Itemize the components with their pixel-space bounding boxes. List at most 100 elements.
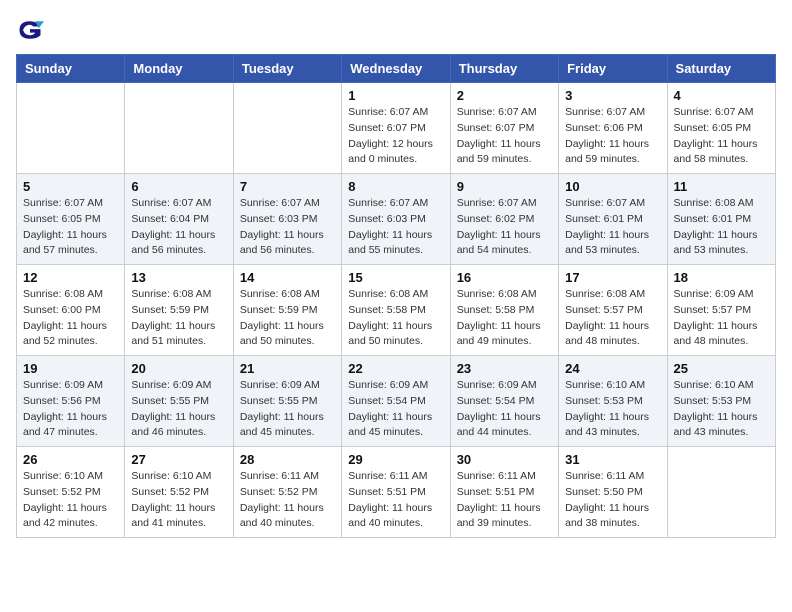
day-cell: 3 Sunrise: 6:07 AM Sunset: 6:06 PM Daylig… [559, 83, 667, 174]
day-info: Sunrise: 6:08 AM Sunset: 5:58 PM Dayligh… [348, 287, 443, 350]
day-number: 19 [23, 361, 118, 376]
calendar: SundayMondayTuesdayWednesdayThursdayFrid… [16, 54, 776, 538]
day-header-saturday: Saturday [667, 55, 775, 83]
day-cell: 6Sunrise: 6:07 AM Sunset: 6:04 PM Daylig… [125, 174, 233, 265]
logo-icon [16, 16, 44, 44]
day-info: Sunrise: 6:09 AM Sunset: 5:56 PM Dayligh… [23, 378, 118, 441]
day-cell: 1 Sunrise: 6:07 AM Sunset: 6:07 PM Daylig… [342, 83, 450, 174]
day-number: 15 [348, 270, 443, 285]
day-number: 12 [23, 270, 118, 285]
week-row-3: 12 Sunrise: 6:08 AM Sunset: 6:00 PM Dayli… [17, 265, 776, 356]
day-info: Sunrise: 6:09 AM Sunset: 5:57 PM Dayligh… [674, 287, 769, 350]
calendar-header-row: SundayMondayTuesdayWednesdayThursdayFrid… [17, 55, 776, 83]
day-number: 2 [457, 88, 552, 103]
day-number: 9 [457, 179, 552, 194]
day-number: 26 [23, 452, 118, 467]
day-info: Sunrise: 6:07 AM Sunset: 6:03 PM Dayligh… [348, 196, 443, 259]
day-cell: 19 Sunrise: 6:09 AM Sunset: 5:56 PM Dayli… [17, 356, 125, 447]
day-header-tuesday: Tuesday [233, 55, 341, 83]
day-cell: 25 Sunrise: 6:10 AM Sunset: 5:53 PM Dayli… [667, 356, 775, 447]
day-info: Sunrise: 6:07 AM Sunset: 6:07 PM Dayligh… [348, 105, 443, 168]
day-cell: 22Sunrise: 6:09 AM Sunset: 5:54 PM Dayli… [342, 356, 450, 447]
day-info: Sunrise: 6:11 AM Sunset: 5:51 PM Dayligh… [457, 469, 552, 532]
day-info: Sunrise: 6:08 AM Sunset: 5:57 PM Dayligh… [565, 287, 660, 350]
day-number: 8 [348, 179, 443, 194]
day-cell: 16 Sunrise: 6:08 AM Sunset: 5:58 PM Dayli… [450, 265, 558, 356]
day-cell: 31 Sunrise: 6:11 AM Sunset: 5:50 PM Dayli… [559, 447, 667, 538]
day-cell: 14Sunrise: 6:08 AM Sunset: 5:59 PM Dayli… [233, 265, 341, 356]
day-cell: 10 Sunrise: 6:07 AM Sunset: 6:01 PM Dayli… [559, 174, 667, 265]
day-info: Sunrise: 6:10 AM Sunset: 5:53 PM Dayligh… [674, 378, 769, 441]
day-number: 31 [565, 452, 660, 467]
day-number: 3 [565, 88, 660, 103]
day-cell: 7Sunrise: 6:07 AM Sunset: 6:03 PM Daylig… [233, 174, 341, 265]
day-info: Sunrise: 6:11 AM Sunset: 5:52 PM Dayligh… [240, 469, 335, 532]
day-info: Sunrise: 6:10 AM Sunset: 5:53 PM Dayligh… [565, 378, 660, 441]
day-cell: 23 Sunrise: 6:09 AM Sunset: 5:54 PM Dayli… [450, 356, 558, 447]
day-header-thursday: Thursday [450, 55, 558, 83]
day-number: 5 [23, 179, 118, 194]
day-cell: 15 Sunrise: 6:08 AM Sunset: 5:58 PM Dayli… [342, 265, 450, 356]
day-number: 22 [348, 361, 443, 376]
day-info: Sunrise: 6:09 AM Sunset: 5:55 PM Dayligh… [131, 378, 226, 441]
day-info: Sunrise: 6:07 AM Sunset: 6:01 PM Dayligh… [565, 196, 660, 259]
day-info: Sunrise: 6:10 AM Sunset: 5:52 PM Dayligh… [131, 469, 226, 532]
day-info: Sunrise: 6:07 AM Sunset: 6:05 PM Dayligh… [23, 196, 118, 259]
day-cell: 24Sunrise: 6:10 AM Sunset: 5:53 PM Dayli… [559, 356, 667, 447]
day-cell: 17 Sunrise: 6:08 AM Sunset: 5:57 PM Dayli… [559, 265, 667, 356]
day-number: 20 [131, 361, 226, 376]
day-info: Sunrise: 6:11 AM Sunset: 5:50 PM Dayligh… [565, 469, 660, 532]
day-info: Sunrise: 6:11 AM Sunset: 5:51 PM Dayligh… [348, 469, 443, 532]
day-cell: 4 Sunrise: 6:07 AM Sunset: 6:05 PM Daylig… [667, 83, 775, 174]
day-number: 4 [674, 88, 769, 103]
day-cell: 21 Sunrise: 6:09 AM Sunset: 5:55 PM Dayli… [233, 356, 341, 447]
day-info: Sunrise: 6:07 AM Sunset: 6:06 PM Dayligh… [565, 105, 660, 168]
day-number: 17 [565, 270, 660, 285]
day-info: Sunrise: 6:07 AM Sunset: 6:07 PM Dayligh… [457, 105, 552, 168]
day-header-friday: Friday [559, 55, 667, 83]
day-number: 28 [240, 452, 335, 467]
week-row-2: 5 Sunrise: 6:07 AM Sunset: 6:05 PM Daylig… [17, 174, 776, 265]
day-info: Sunrise: 6:08 AM Sunset: 5:59 PM Dayligh… [240, 287, 335, 350]
day-cell: 5 Sunrise: 6:07 AM Sunset: 6:05 PM Daylig… [17, 174, 125, 265]
day-header-monday: Monday [125, 55, 233, 83]
day-header-sunday: Sunday [17, 55, 125, 83]
day-cell [17, 83, 125, 174]
day-info: Sunrise: 6:08 AM Sunset: 6:00 PM Dayligh… [23, 287, 118, 350]
day-number: 1 [348, 88, 443, 103]
day-number: 23 [457, 361, 552, 376]
day-cell: 27 Sunrise: 6:10 AM Sunset: 5:52 PM Dayli… [125, 447, 233, 538]
day-cell [125, 83, 233, 174]
day-info: Sunrise: 6:08 AM Sunset: 5:58 PM Dayligh… [457, 287, 552, 350]
day-info: Sunrise: 6:07 AM Sunset: 6:05 PM Dayligh… [674, 105, 769, 168]
day-number: 13 [131, 270, 226, 285]
week-row-1: 1 Sunrise: 6:07 AM Sunset: 6:07 PM Daylig… [17, 83, 776, 174]
day-cell: 13 Sunrise: 6:08 AM Sunset: 5:59 PM Dayli… [125, 265, 233, 356]
logo [16, 16, 48, 44]
day-cell: 20 Sunrise: 6:09 AM Sunset: 5:55 PM Dayli… [125, 356, 233, 447]
day-cell: 8 Sunrise: 6:07 AM Sunset: 6:03 PM Daylig… [342, 174, 450, 265]
day-cell [667, 447, 775, 538]
day-cell: 9 Sunrise: 6:07 AM Sunset: 6:02 PM Daylig… [450, 174, 558, 265]
day-number: 27 [131, 452, 226, 467]
day-cell [233, 83, 341, 174]
day-number: 11 [674, 179, 769, 194]
day-cell: 2 Sunrise: 6:07 AM Sunset: 6:07 PM Daylig… [450, 83, 558, 174]
day-info: Sunrise: 6:08 AM Sunset: 5:59 PM Dayligh… [131, 287, 226, 350]
day-info: Sunrise: 6:09 AM Sunset: 5:54 PM Dayligh… [457, 378, 552, 441]
day-cell: 18Sunrise: 6:09 AM Sunset: 5:57 PM Dayli… [667, 265, 775, 356]
day-number: 10 [565, 179, 660, 194]
day-number: 25 [674, 361, 769, 376]
day-cell: 26 Sunrise: 6:10 AM Sunset: 5:52 PM Dayli… [17, 447, 125, 538]
day-cell: 12 Sunrise: 6:08 AM Sunset: 6:00 PM Dayli… [17, 265, 125, 356]
day-info: Sunrise: 6:09 AM Sunset: 5:55 PM Dayligh… [240, 378, 335, 441]
day-number: 16 [457, 270, 552, 285]
day-cell: 29Sunrise: 6:11 AM Sunset: 5:51 PM Dayli… [342, 447, 450, 538]
day-cell: 28 Sunrise: 6:11 AM Sunset: 5:52 PM Dayli… [233, 447, 341, 538]
header [16, 16, 776, 44]
day-number: 21 [240, 361, 335, 376]
day-number: 7 [240, 179, 335, 194]
day-number: 30 [457, 452, 552, 467]
day-info: Sunrise: 6:07 AM Sunset: 6:02 PM Dayligh… [457, 196, 552, 259]
day-info: Sunrise: 6:10 AM Sunset: 5:52 PM Dayligh… [23, 469, 118, 532]
